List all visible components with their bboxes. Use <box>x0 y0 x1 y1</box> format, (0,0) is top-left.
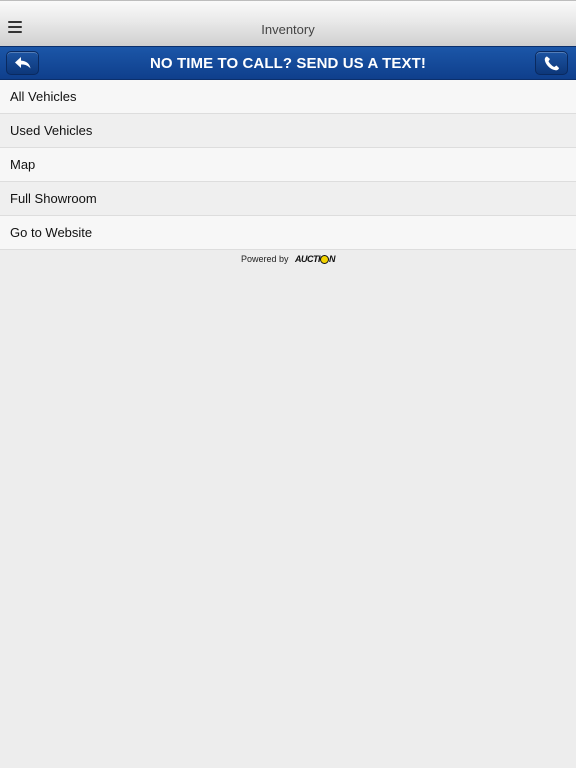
auction-logo[interactable]: AUCTI N <box>295 254 336 265</box>
inventory-menu-list: All Vehicles Used Vehicles Map Full Show… <box>0 80 576 250</box>
banner-text[interactable]: NO TIME TO CALL? SEND US A TEXT! <box>0 55 576 72</box>
text-us-banner: NO TIME TO CALL? SEND US A TEXT! <box>0 46 576 80</box>
call-button[interactable] <box>535 51 568 75</box>
list-item-label: Map <box>10 157 36 172</box>
phone-icon <box>544 56 559 71</box>
list-item-label: Full Showroom <box>10 191 97 206</box>
top-navigation-bar: Inventory <box>0 0 576 46</box>
list-item-label: Used Vehicles <box>10 123 93 138</box>
powered-by-footer: Powered by AUCTI N <box>0 254 576 265</box>
logo-dot-icon <box>320 254 330 264</box>
list-item-all-vehicles[interactable]: All Vehicles <box>0 80 576 114</box>
list-item-label: Go to Website <box>10 225 93 240</box>
list-item-used-vehicles[interactable]: Used Vehicles <box>0 114 576 148</box>
page-title: Inventory <box>261 22 315 37</box>
list-item-map[interactable]: Map <box>0 148 576 182</box>
list-item-full-showroom[interactable]: Full Showroom <box>0 182 576 216</box>
list-item-label: All Vehicles <box>10 89 77 104</box>
powered-by-text: Powered by <box>240 254 289 264</box>
list-item-go-to-website[interactable]: Go to Website <box>0 216 576 250</box>
